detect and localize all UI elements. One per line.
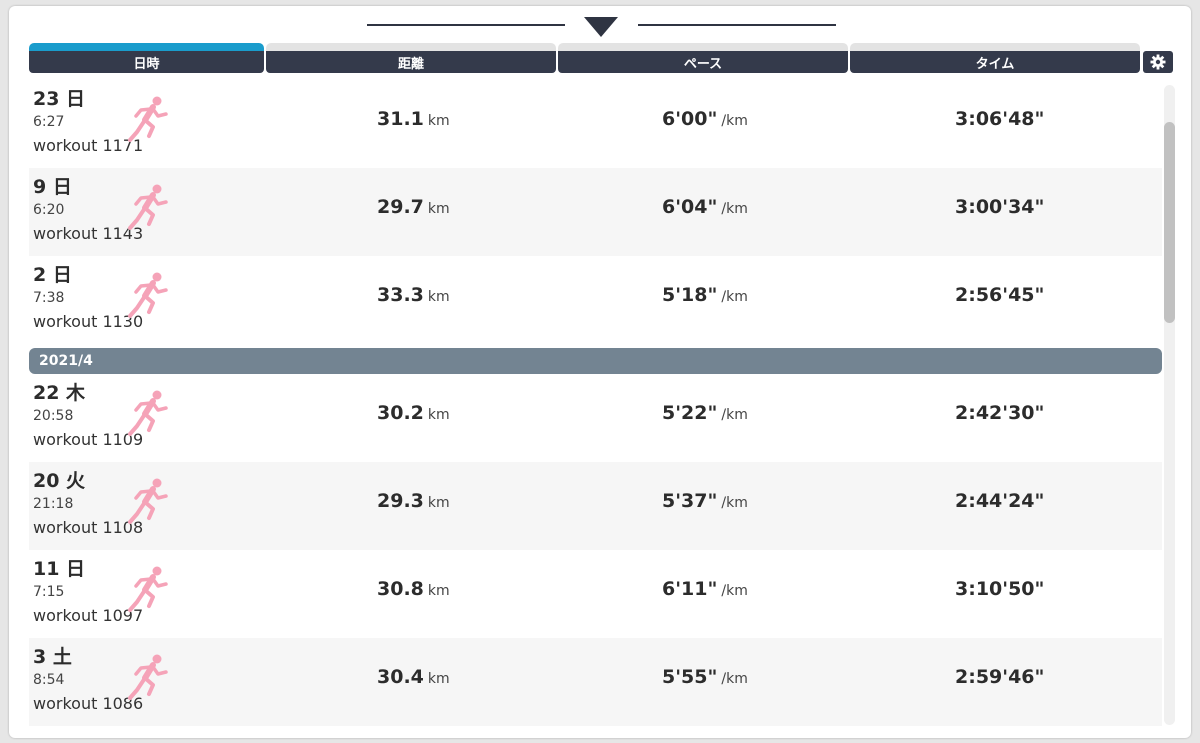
workout-day: 22 木 <box>33 382 86 404</box>
workout-duration: 3:06'48" <box>955 108 1045 130</box>
workout-distance: 31.1 km <box>377 108 450 130</box>
workout-start-time: 6:27 <box>33 114 65 130</box>
workout-day: 20 火 <box>33 470 86 492</box>
workout-day: 3 土 <box>33 646 72 668</box>
workout-day: 23 日 <box>33 88 86 110</box>
workout-day: 2 日 <box>33 264 72 286</box>
scrollbar-thumb[interactable] <box>1164 122 1175 323</box>
workout-start-time: 7:15 <box>33 584 65 600</box>
column-header: 日時 距離 ペース タイム <box>29 43 1174 80</box>
running-icon <box>128 390 168 436</box>
header-label-datetime: 日時 <box>29 51 264 73</box>
workout-day: 9 日 <box>33 176 72 198</box>
workout-row[interactable]: 22 木 20:58 workout 1109 30.2 km 5'22"/km … <box>29 374 1162 462</box>
workout-start-time: 7:38 <box>33 290 65 306</box>
workout-row[interactable]: 20 火 21:18 workout 1108 29.3 km 5'37"/km … <box>29 462 1162 550</box>
workout-row[interactable]: 9 日 6:20 workout 1143 29.7 km 6'04"/km 3:… <box>29 168 1162 256</box>
running-icon <box>128 96 168 142</box>
header-tab-distance[interactable]: 距離 <box>266 43 556 80</box>
workout-pace: 5'37"/km <box>662 490 748 512</box>
workout-duration: 3:10'50" <box>955 578 1045 600</box>
workout-distance: 29.7 km <box>377 196 450 218</box>
running-icon <box>128 184 168 230</box>
workout-row[interactable]: 2 日 7:38 workout 1130 33.3 km 5'18"/km 2:… <box>29 256 1162 344</box>
workout-start-time: 6:20 <box>33 202 65 218</box>
collapse-divider-left <box>367 24 565 26</box>
header-label-pace: ペース <box>558 51 848 73</box>
workout-pace: 6'04"/km <box>662 196 748 218</box>
running-icon <box>128 654 168 700</box>
workout-pace: 5'22"/km <box>662 402 748 424</box>
workout-start-time: 21:18 <box>33 496 74 512</box>
collapse-divider-right <box>638 24 836 26</box>
collapse-bar <box>9 6 1191 42</box>
header-tab-time[interactable]: タイム <box>850 43 1140 80</box>
workout-duration: 2:42'30" <box>955 402 1045 424</box>
header-label-time: タイム <box>850 51 1140 73</box>
workout-distance: 30.4 km <box>377 666 450 688</box>
workout-distance: 30.8 km <box>377 578 450 600</box>
workout-pace: 6'00"/km <box>662 108 748 130</box>
header-tab-datetime[interactable]: 日時 <box>29 43 264 80</box>
workout-day: 11 日 <box>33 558 86 580</box>
workout-duration: 3:00'34" <box>955 196 1045 218</box>
workout-distance: 30.2 km <box>377 402 450 424</box>
workout-row[interactable]: 11 日 7:15 workout 1097 30.8 km 6'11"/km 3… <box>29 550 1162 638</box>
header-label-distance: 距離 <box>266 51 556 73</box>
workout-list: 23 日 6:27 workout 1171 31.1 km 6'00"/km 3… <box>29 80 1162 730</box>
workout-duration: 2:44'24" <box>955 490 1045 512</box>
gear-icon <box>1150 54 1166 70</box>
running-icon <box>128 478 168 524</box>
workout-distance: 33.3 km <box>377 284 450 306</box>
header-tab-pace[interactable]: ペース <box>558 43 848 80</box>
workout-start-time: 8:54 <box>33 672 65 688</box>
settings-button[interactable] <box>1143 51 1173 73</box>
workout-pace: 5'18"/km <box>662 284 748 306</box>
workout-row[interactable]: 23 日 6:27 workout 1171 31.1 km 6'00"/km 3… <box>29 80 1162 168</box>
workout-row[interactable]: 3 土 8:54 workout 1086 30.4 km 5'55"/km 2:… <box>29 638 1162 726</box>
workout-distance: 29.3 km <box>377 490 450 512</box>
workout-pace: 5'55"/km <box>662 666 748 688</box>
chevron-down-icon[interactable] <box>584 17 618 37</box>
workout-start-time: 20:58 <box>33 408 74 424</box>
workout-list-panel: 日時 距離 ペース タイム 23 日 6:27 workout 1171 31.… <box>9 6 1191 738</box>
running-icon <box>128 566 168 612</box>
running-icon <box>128 272 168 318</box>
workout-duration: 2:59'46" <box>955 666 1045 688</box>
workout-duration: 2:56'45" <box>955 284 1045 306</box>
month-group-header: 2021/4 <box>29 348 1162 374</box>
workout-pace: 6'11"/km <box>662 578 748 600</box>
